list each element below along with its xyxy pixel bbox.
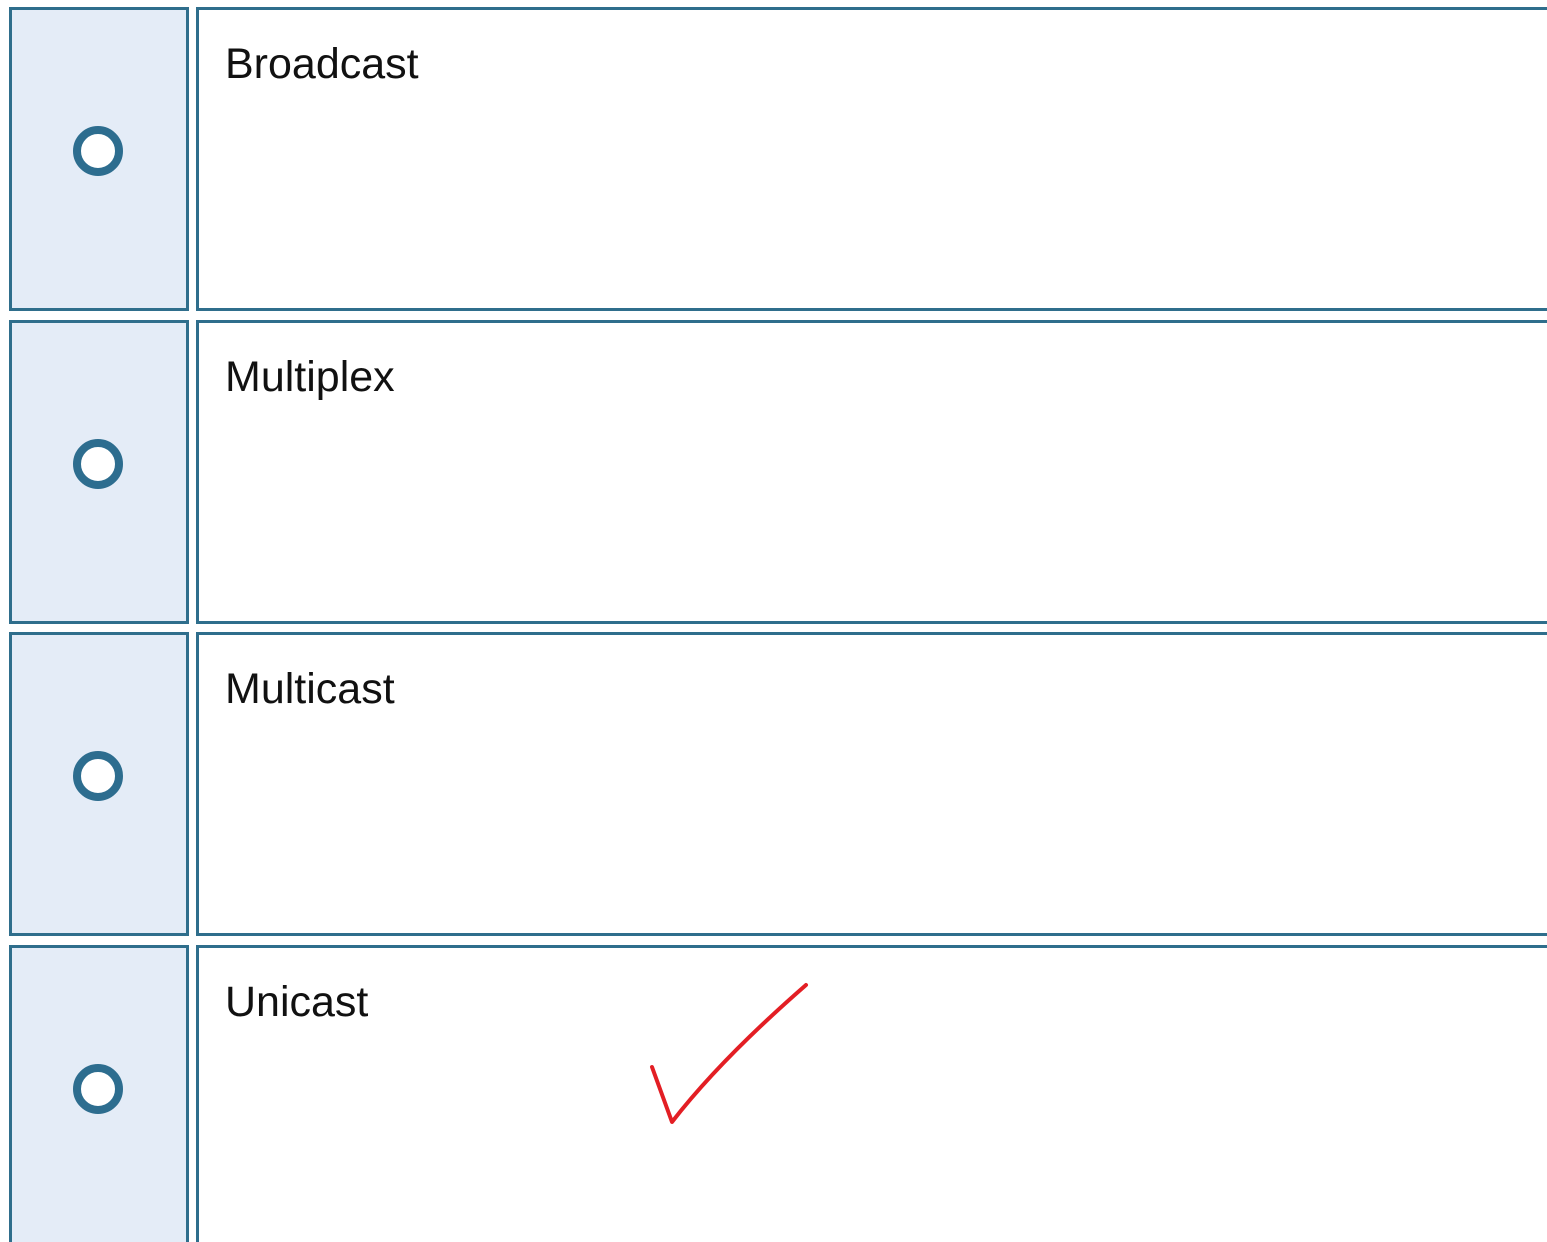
checkmark-icon <box>650 983 808 1124</box>
radio-button[interactable] <box>73 126 123 176</box>
radio-button[interactable] <box>73 751 123 801</box>
radio-button[interactable] <box>73 1064 123 1114</box>
answer-cell[interactable]: Broadcast <box>196 7 1547 311</box>
answer-options-list: Broadcast Multiplex Multicast Unicast <box>0 0 1547 1242</box>
radio-cell[interactable] <box>9 7 189 311</box>
answer-label: Broadcast <box>225 40 419 88</box>
radio-button[interactable] <box>73 439 123 489</box>
answer-label: Multiplex <box>225 353 395 401</box>
answer-cell[interactable]: Unicast <box>196 945 1547 1242</box>
answer-option-multiplex[interactable]: Multiplex <box>0 313 1547 625</box>
radio-cell[interactable] <box>9 945 189 1242</box>
answer-label: Multicast <box>225 665 395 713</box>
answer-label: Unicast <box>225 978 369 1026</box>
answer-option-broadcast[interactable]: Broadcast <box>0 0 1547 312</box>
radio-cell[interactable] <box>9 320 189 624</box>
answer-cell[interactable]: Multicast <box>196 632 1547 936</box>
answer-cell[interactable]: Multiplex <box>196 320 1547 624</box>
answer-option-multicast[interactable]: Multicast <box>0 625 1547 937</box>
radio-cell[interactable] <box>9 632 189 936</box>
